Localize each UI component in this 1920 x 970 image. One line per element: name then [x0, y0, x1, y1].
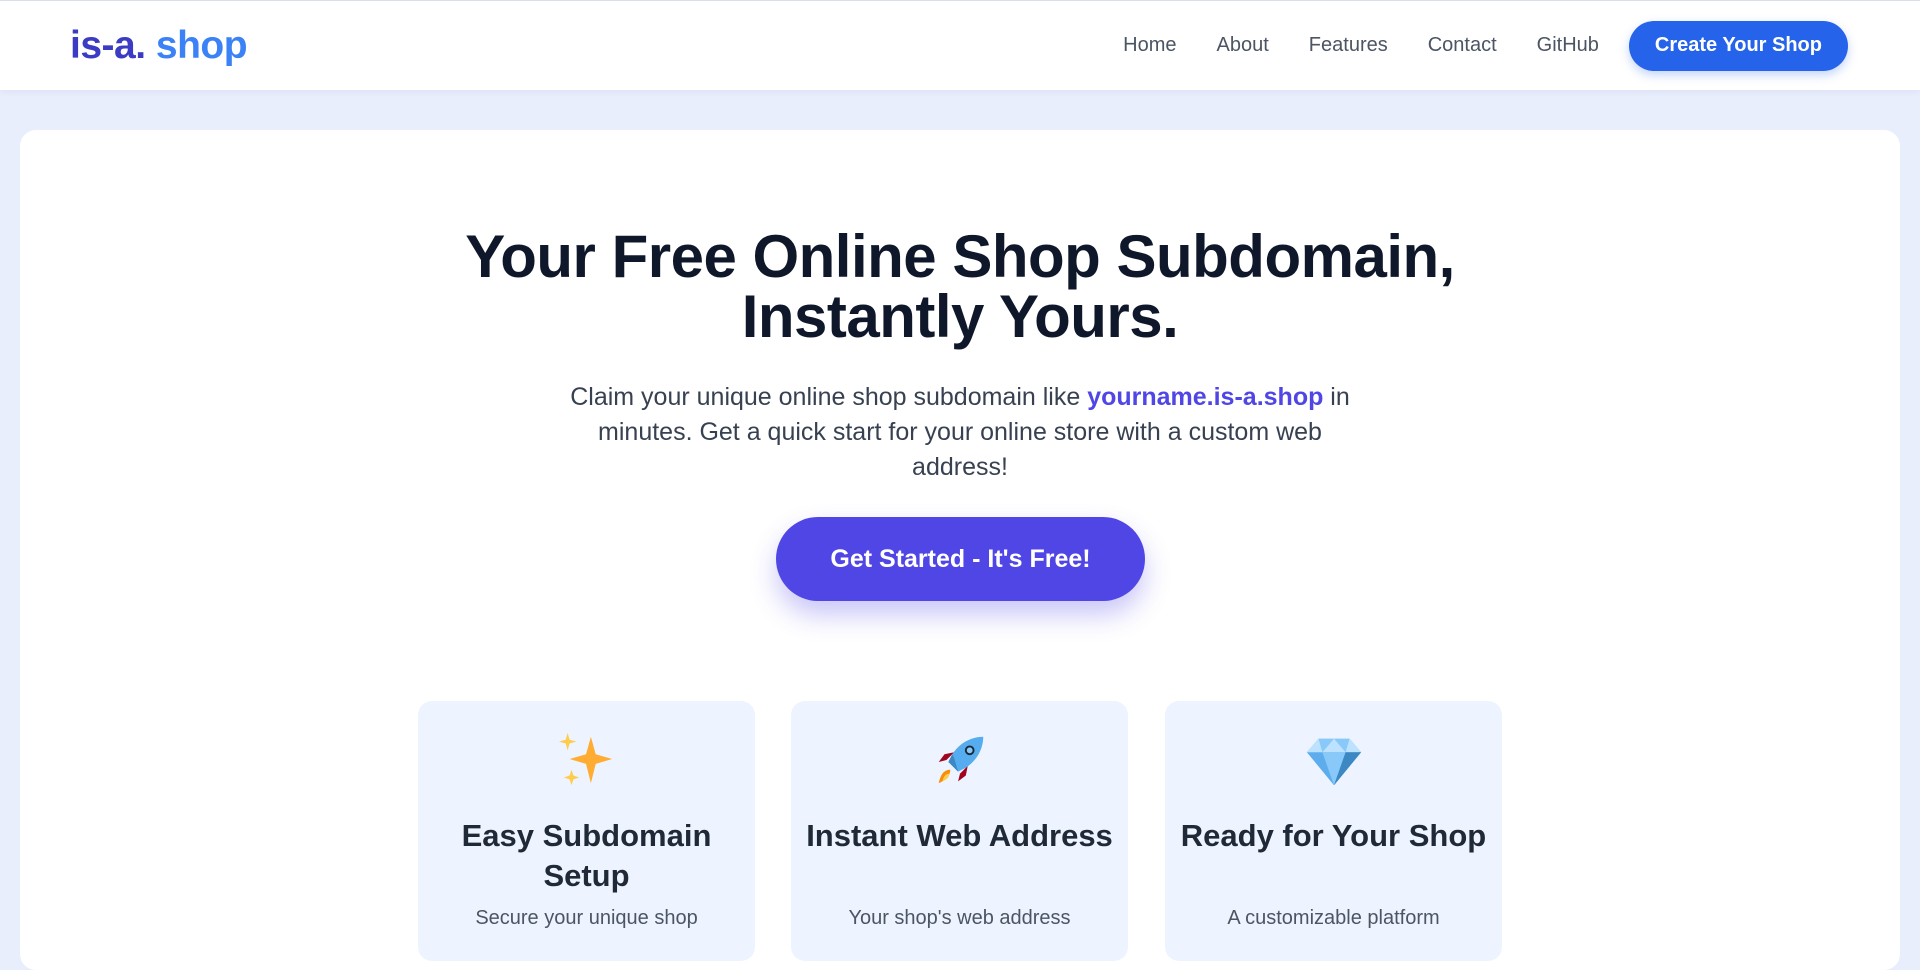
nav-link-home[interactable]: Home	[1123, 34, 1176, 57]
feature-description: Your shop's web address	[848, 907, 1071, 929]
nav-link-github[interactable]: GitHub	[1537, 34, 1599, 57]
main-nav: Home About Features Contact GitHub Creat…	[1123, 20, 1850, 71]
feature-title: Instant Web Address	[806, 818, 1113, 853]
get-started-button[interactable]: Get Started - It's Free!	[776, 517, 1145, 601]
top-navbar: is-a. shop Home About Features Contact G…	[0, 0, 1920, 90]
rocket-icon	[938, 736, 984, 784]
logo-text-primary: is-a.	[70, 23, 146, 67]
nav-link-about[interactable]: About	[1217, 34, 1269, 57]
gem-icon	[1306, 738, 1362, 786]
feature-title: Ready for Your Shop	[1180, 818, 1487, 853]
feature-description: Secure your unique shop	[475, 907, 698, 929]
feature-card-instant-address: Instant Web Address Your shop's web addr…	[791, 701, 1128, 961]
hero-title: Your Free Online Shop Subdomain, Instant…	[20, 227, 1900, 347]
feature-card-ready-shop: Ready for Your Shop A customizable platf…	[1165, 701, 1502, 961]
create-shop-button[interactable]: Create Your Shop	[1628, 20, 1848, 71]
hero-subtitle: Claim your unique online shop subdomain …	[560, 380, 1360, 485]
example-subdomain: yourname.is-a.shop	[1087, 383, 1324, 411]
hero-subtitle-text: Claim your unique online shop subdomain …	[570, 383, 1088, 411]
feature-title: Easy Subdomain Setup	[461, 818, 712, 893]
feature-card-easy-setup: Easy Subdomain Setup Secure your unique …	[418, 701, 755, 961]
site-logo[interactable]: is-a. shop	[70, 23, 248, 68]
logo-text-secondary: shop	[145, 23, 248, 67]
hero-card: Your Free Online Shop Subdomain, Instant…	[20, 130, 1900, 970]
nav-link-contact[interactable]: Contact	[1428, 34, 1497, 57]
nav-link-features[interactable]: Features	[1309, 34, 1388, 57]
feature-description: A customizable platform	[1227, 907, 1440, 929]
hero-title-line2: Instantly Yours.	[741, 283, 1179, 350]
hero-title-line1: Your Free Online Shop Subdomain,	[465, 223, 1455, 290]
sparkles-icon	[558, 732, 613, 786]
